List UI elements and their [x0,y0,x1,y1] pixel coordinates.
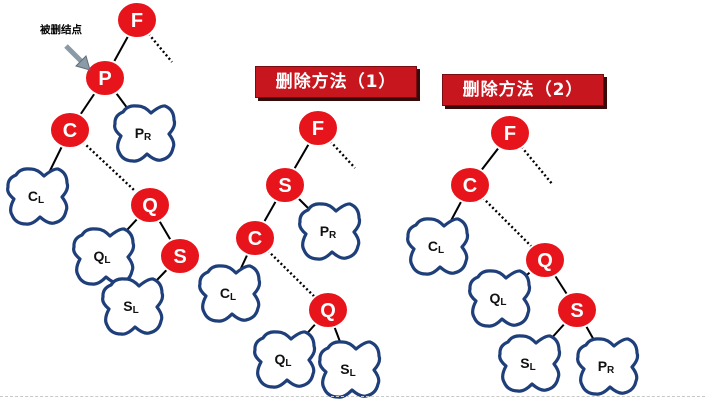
node-label: C [463,175,477,197]
node-label: Q [142,195,158,217]
node-method2-S: S [556,291,598,329]
node-label: C [63,120,77,142]
subtree-label-sub: L [104,255,110,266]
node-original-S: S [159,237,201,275]
subtree-label-main: S [520,355,529,371]
node-method2-Q: Q [524,241,566,279]
node-label: F [504,123,516,145]
node-label: P [98,68,111,90]
subtree-label-main: C [28,188,38,204]
subtree-method1-SL: SL [318,340,382,399]
deleted-node-arrow-icon [64,44,91,71]
node-label: F [131,10,143,32]
subtree-label-main: P [135,125,144,141]
subtree-label-main: Q [490,290,501,306]
subtree-label-sub: L [438,245,444,256]
node-original-P: P [84,59,126,97]
subtree-original-PR: PR [113,104,177,163]
node-label: Q [537,250,553,272]
node-method1-F: F [297,109,339,147]
node-method2-C: C [449,166,491,204]
node-label: C [248,228,262,250]
subtree-method2-QL: QL [468,269,532,328]
subtree-method1-CL: CL [198,264,262,323]
subtree-label-main: S [340,361,349,377]
method2-banner: 删除方法（2） [442,74,604,106]
subtree-label-sub: L [350,368,356,379]
node-original-C: C [49,111,91,149]
method1-banner: 删除方法（1） [255,66,417,98]
subtree-label-sub: L [38,195,44,206]
deleted-node-label: 被删结点 [40,24,82,36]
subtree-label-main: C [428,238,438,254]
node-method1-C: C [234,219,276,257]
subtree-method1-QL: QL [253,330,317,389]
subtree-label-sub: L [230,292,236,303]
node-original-Q: Q [129,186,171,224]
subtree-method1-PR: PR [298,202,362,261]
subtree-label-main: P [320,223,329,239]
subtree-original-SL: SL [101,277,165,336]
subtree-label-sub: L [500,297,506,308]
subtree-original-QL: QL [72,227,136,286]
node-label: S [278,175,291,197]
node-label: F [312,118,324,140]
subtree-label-sub: R [329,230,337,241]
node-label: S [570,300,583,322]
subtree-label-main: Q [275,351,286,367]
node-method1-S: S [264,166,306,204]
subtree-label-sub: L [530,362,536,373]
subtree-method2-PR: PR [576,337,640,396]
subtree-label-main: C [220,285,230,301]
subtree-label-main: S [123,298,132,314]
subtree-label-sub: L [285,358,291,369]
bst-deletion-diagram: PRCLQLSLFPCQSPRCLQL SLFSCQCLQLSL PRFCQS [6,1,640,399]
node-original-F: F [116,1,158,39]
subtree-original-CL: CL [6,167,70,226]
bottom-divider [0,396,705,397]
subtree-method2-SL: SL [498,334,562,393]
node-method2-F: F [489,114,531,152]
shapes-layer: PRCLQLSLFPCQSPRCLQL SLFSCQCLQLSL PRFCQS [6,1,640,399]
subtree-label-sub: R [607,365,615,376]
subtree-label-main: Q [94,248,105,264]
diagram-canvas: PR CL QL SL F P C Q S PR CL QL SL F S C Q CL QL SL PR F C Q S 被删… [0,0,705,408]
subtree-label-sub: L [133,305,139,316]
subtree-label-main: P [598,358,607,374]
node-label: Q [320,300,336,322]
node-label: S [173,246,186,268]
subtree-label-sub: R [144,132,152,143]
node-method1-Q: Q [307,291,349,329]
subtree-method2-CL: CL [406,217,470,276]
